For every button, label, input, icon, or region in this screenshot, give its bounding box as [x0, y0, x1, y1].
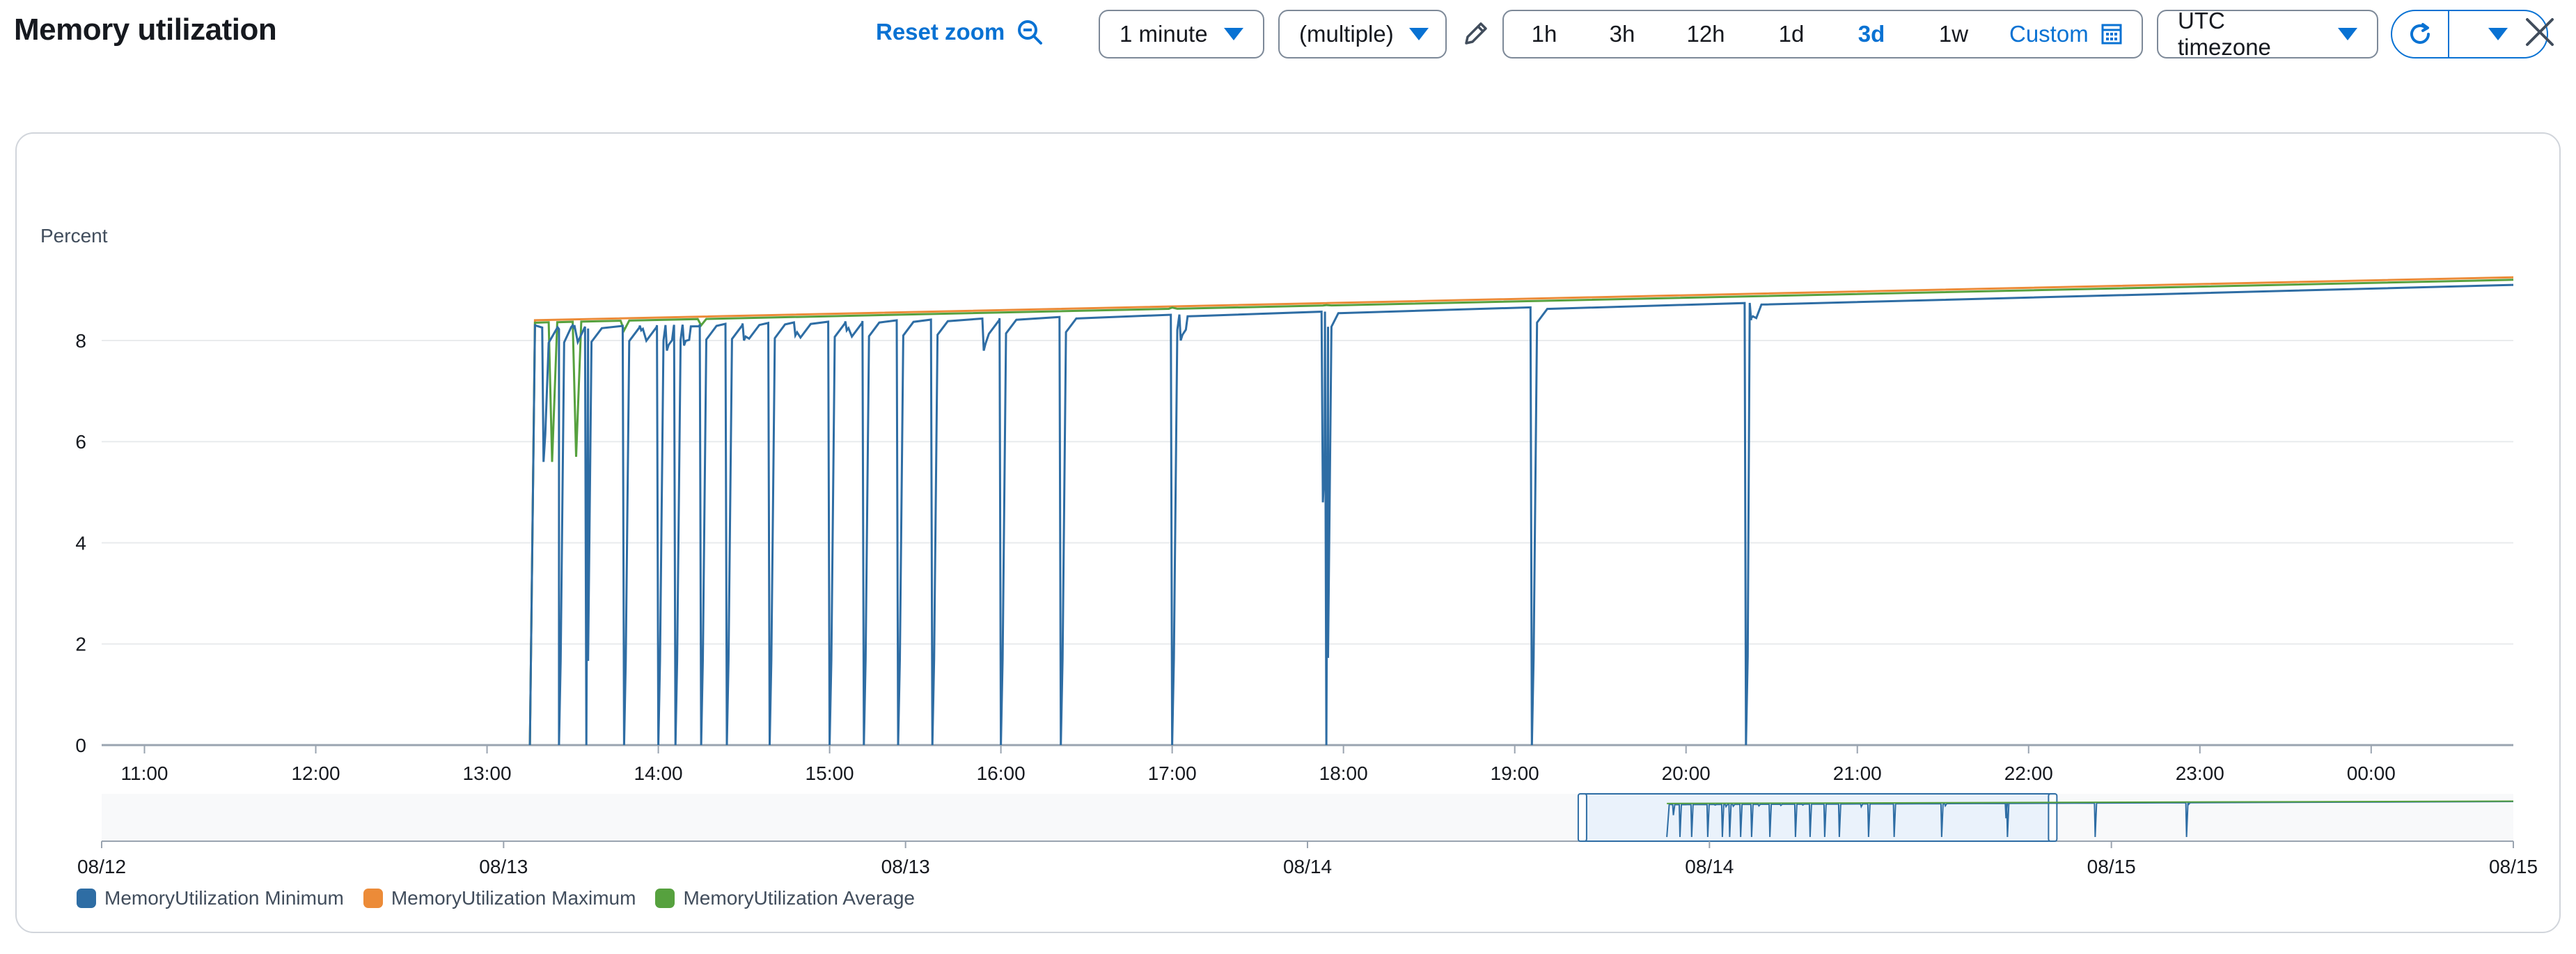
- navigator-date-label: 08/14: [1283, 856, 1332, 877]
- legend-label-minimum: MemoryUtilization Minimum: [104, 887, 344, 909]
- legend-item-maximum[interactable]: MemoryUtilization Maximum: [363, 887, 636, 909]
- x-tick-label: 22:00: [2004, 763, 2053, 784]
- legend-swatch-maximum: [363, 889, 383, 908]
- x-tick-label: 17:00: [1148, 763, 1197, 784]
- x-tick-label: 00:00: [2347, 763, 2396, 784]
- series-minimum-line: [528, 283, 2514, 746]
- x-tick-label: 13:00: [463, 763, 512, 784]
- x-tick-label: 14:00: [634, 763, 683, 784]
- navigator-handle-right[interactable]: [2048, 793, 2058, 842]
- y-tick-label: 2: [75, 634, 86, 655]
- x-tick-label: 12:00: [291, 763, 340, 784]
- legend-label-maximum: MemoryUtilization Maximum: [391, 887, 636, 909]
- y-tick-label: 0: [75, 735, 86, 756]
- navigator-handle-left[interactable]: [1577, 793, 1587, 842]
- x-tick-label: 18:00: [1319, 763, 1368, 784]
- legend-swatch-average: [655, 889, 675, 908]
- y-tick-label: 4: [75, 532, 86, 554]
- navigator-date-label: 08/15: [2087, 856, 2136, 877]
- navigator-date-label: 08/15: [2489, 856, 2538, 877]
- navigator-date-label: 08/13: [881, 856, 930, 877]
- navigator-date-label: 08/12: [77, 856, 126, 877]
- navigator-background: [102, 794, 2513, 841]
- legend-label-average: MemoryUtilization Average: [683, 887, 915, 909]
- y-tick-label: 8: [75, 330, 86, 352]
- x-tick-label: 19:00: [1491, 763, 1539, 784]
- x-tick-label: 15:00: [806, 763, 854, 784]
- y-tick-label: 6: [75, 431, 86, 453]
- x-tick-label: 11:00: [121, 763, 168, 784]
- navigator-selection[interactable]: [1581, 793, 2054, 842]
- legend-swatch-minimum: [77, 889, 96, 908]
- legend-item-minimum[interactable]: MemoryUtilization Minimum: [77, 887, 344, 909]
- y-axis-label: Percent: [40, 225, 108, 247]
- x-tick-label: 21:00: [1833, 763, 1882, 784]
- navigator-date-label: 08/13: [479, 856, 528, 877]
- x-tick-label: 16:00: [977, 763, 1026, 784]
- chart-legend: MemoryUtilization Minimum MemoryUtilizat…: [77, 887, 915, 909]
- legend-item-average[interactable]: MemoryUtilization Average: [655, 887, 915, 909]
- memory-utilization-chart: Percent 0 2 4 6 8 11:00 12:00 13:00 14:00 15:00 1…: [40, 225, 2538, 877]
- navigator-date-label: 08/14: [1685, 856, 1734, 877]
- x-tick-label: 20:00: [1662, 763, 1711, 784]
- x-tick-label: 23:00: [2176, 763, 2224, 784]
